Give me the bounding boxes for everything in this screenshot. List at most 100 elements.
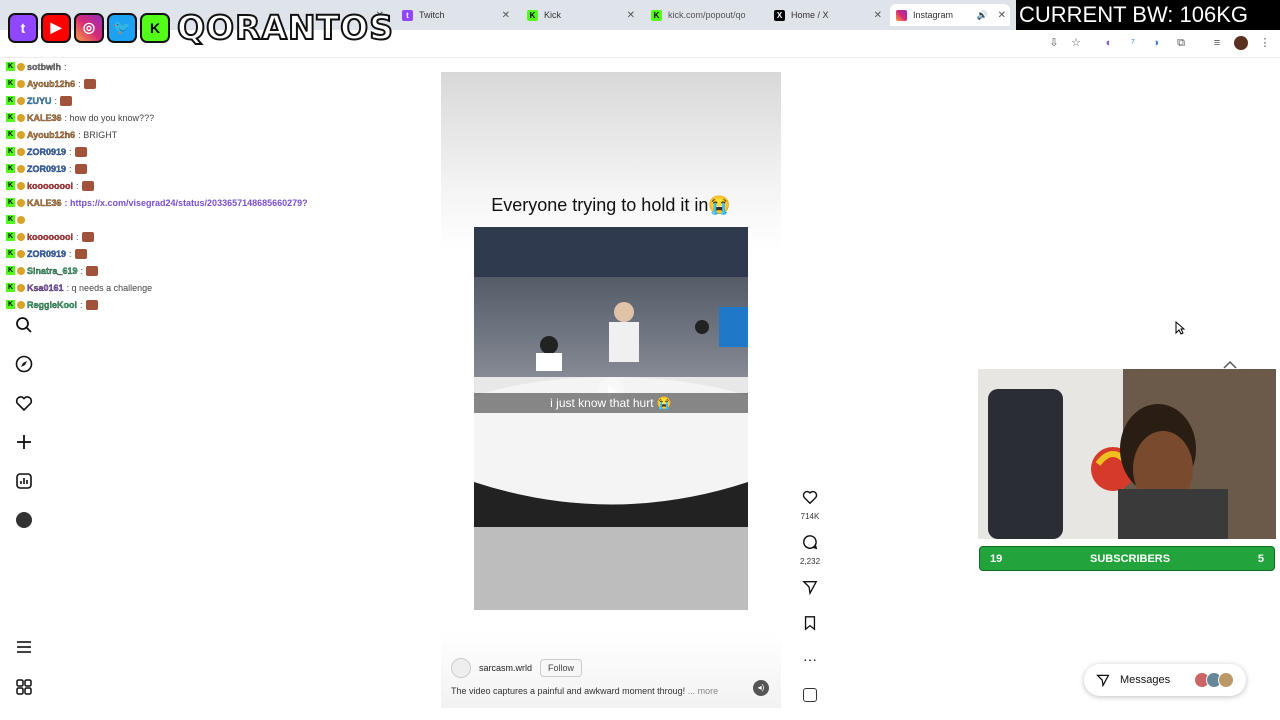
follow-button[interactable]: Follow xyxy=(540,659,583,677)
comment-icon xyxy=(803,535,818,550)
tab-label: Kick xyxy=(544,10,562,20)
chat-username[interactable]: Ayoub12h6 xyxy=(27,129,75,139)
subscribers-bar: 19 SUBSCRIBERS 5 xyxy=(979,546,1275,571)
chat-message: K ReggieKool: xyxy=(6,296,406,313)
chat-text[interactable]: : https://x.com/visegrad24/status/203365… xyxy=(65,198,308,208)
chat-message: K ZOR0919: xyxy=(6,160,406,177)
explore-icon[interactable] xyxy=(12,352,36,376)
chat-username[interactable]: koooooool xyxy=(27,180,73,190)
chat-username[interactable]: Sinatra_619 xyxy=(27,265,78,275)
chat-username[interactable]: KALE36 xyxy=(27,112,62,122)
comment-button[interactable]: 2,232 xyxy=(800,534,820,566)
chat-username[interactable]: ZOR0919 xyxy=(27,163,66,173)
chat-text: : xyxy=(80,265,84,276)
author-avatar[interactable] xyxy=(451,658,471,678)
chat-text: : xyxy=(69,163,72,174)
share-button[interactable] xyxy=(800,579,820,600)
save-button[interactable] xyxy=(800,615,820,636)
chat-message: K Ayoub12h6: xyxy=(6,75,406,92)
close-tab-icon[interactable]: ✕ xyxy=(502,10,510,21)
browser-menu-icon[interactable]: ⋮ xyxy=(1258,36,1272,50)
close-tab-icon[interactable]: ✕ xyxy=(998,10,1006,21)
chat-username[interactable]: ZOR0919 xyxy=(27,146,66,156)
kick-icon: K xyxy=(6,181,15,190)
translate-icon[interactable]: ⁷ xyxy=(1126,36,1140,50)
more-options-icon[interactable]: ··· xyxy=(800,651,820,667)
heart-icon[interactable] xyxy=(12,391,36,415)
chat-text: : xyxy=(80,299,83,310)
chat-username[interactable]: ZOR0919 xyxy=(27,248,66,258)
chat-username[interactable]: koooooool xyxy=(27,231,73,241)
extensions-puzzle-icon[interactable]: ⧉ xyxy=(1174,36,1188,50)
chat-emote-icon xyxy=(74,163,87,174)
like-button[interactable]: 714K xyxy=(800,489,820,521)
x-icon: X xyxy=(774,9,785,21)
tab-x-home[interactable]: X Home / X ✕ xyxy=(768,4,886,26)
tab-instagram[interactable]: Instagram 🔊 ✕ xyxy=(890,4,1010,26)
apps-icon[interactable] xyxy=(12,675,36,699)
close-tab-icon[interactable]: ✕ xyxy=(627,10,635,21)
screen: ✕ t Twitch ✕ K Kick ✕ K kick.com/popout/… xyxy=(0,0,1280,720)
media-controls-icon[interactable]: ≡ xyxy=(1210,36,1224,50)
chat-username[interactable]: sotbwih xyxy=(27,61,61,71)
chat-username[interactable]: Ayoub12h6 xyxy=(27,78,75,88)
chat-badge-icon xyxy=(17,147,25,156)
install-icon[interactable]: ⇩ xyxy=(1047,36,1061,50)
chat-text: : xyxy=(69,248,72,259)
chat-message: K xyxy=(6,211,406,228)
kick-icon: K xyxy=(6,130,15,139)
video-overlay-text: i just know that hurt 😭 xyxy=(474,393,748,413)
instagram-icon xyxy=(896,9,907,21)
bookmark-star-icon[interactable]: ☆ xyxy=(1069,36,1083,50)
kick-icon: K xyxy=(6,96,15,105)
extension-icon[interactable]: ◐ xyxy=(1102,36,1116,50)
chat-username[interactable]: ZUYU xyxy=(27,95,52,105)
tab-label: Home / X xyxy=(791,10,829,20)
comment-count: 2,232 xyxy=(800,557,821,566)
more-link[interactable]: ... more xyxy=(688,686,719,696)
chat-username[interactable]: KALE36 xyxy=(27,197,62,207)
kick-icon: K xyxy=(6,113,15,122)
chat-badge-icon xyxy=(17,283,25,292)
messages-button[interactable]: Messages xyxy=(1084,664,1246,696)
chevron-up-icon[interactable] xyxy=(1222,358,1238,370)
chat-emote-icon xyxy=(81,231,94,242)
kick-icon: K xyxy=(6,249,15,258)
dashboard-icon[interactable] xyxy=(12,469,36,493)
chat-badge-icon xyxy=(17,130,25,139)
chat-emote-icon xyxy=(60,95,73,106)
tab-kick[interactable]: K Kick ✕ xyxy=(521,4,639,26)
chat-username[interactable]: Ksa0161 xyxy=(27,282,64,292)
chat-text: : xyxy=(76,231,79,242)
instagram-icon: ◎ xyxy=(74,12,104,43)
chat-badge-icon xyxy=(17,215,25,224)
chat-message: K ZOR0919: xyxy=(6,245,406,262)
audio-button[interactable] xyxy=(800,688,820,707)
kick-icon: K xyxy=(6,62,15,71)
speaker-icon[interactable]: ◂) xyxy=(753,680,769,696)
messages-label: Messages xyxy=(1120,674,1171,686)
chat-message: Ksotbwih: xyxy=(6,58,406,75)
create-icon[interactable] xyxy=(12,430,36,454)
like-count: 714K xyxy=(800,512,820,521)
subscribers-label: SUBSCRIBERS xyxy=(1090,552,1171,565)
tab-twitch[interactable]: t Twitch ✕ xyxy=(396,4,514,26)
audio-thumbnail-icon xyxy=(803,688,817,702)
profile-icon[interactable] xyxy=(12,508,36,532)
chat-message: Kkoooooool: xyxy=(6,228,406,245)
chat-badge-icon xyxy=(17,249,25,258)
author-name[interactable]: sarcasm.wrld xyxy=(479,663,532,673)
close-tab-icon[interactable]: ✕ xyxy=(874,10,882,21)
subscribers-right-count: 5 xyxy=(1257,552,1264,565)
menu-icon[interactable] xyxy=(12,635,36,659)
speaker-icon[interactable]: 🔊 xyxy=(977,10,988,21)
chat-badge-icon xyxy=(17,164,25,173)
chat-username[interactable]: ReggieKool xyxy=(27,299,77,309)
search-icon[interactable] xyxy=(12,313,36,337)
chat-badge-icon xyxy=(17,113,25,122)
reel-video[interactable] xyxy=(474,227,748,610)
chat-message: K Ksa0161: q needs a challenge xyxy=(6,279,406,296)
tab-kick-popout[interactable]: K kick.com/popout/qo xyxy=(645,4,763,26)
sound-extension-icon[interactable]: ◗ xyxy=(1150,36,1164,50)
profile-avatar-icon[interactable] xyxy=(1234,36,1248,50)
